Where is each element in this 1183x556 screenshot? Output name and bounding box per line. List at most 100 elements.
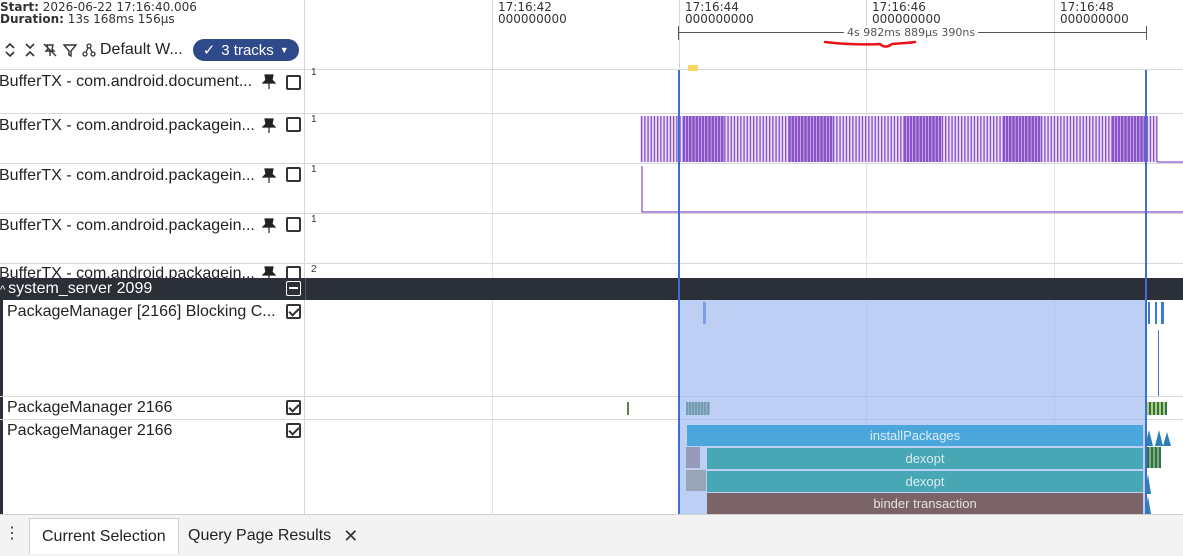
thread-state-segment[interactable]	[1161, 302, 1164, 324]
slice-binder-transaction[interactable]: binder transaction	[707, 493, 1143, 514]
counter-bar	[1005, 116, 1009, 162]
expand-all-icon[interactable]	[0, 40, 20, 60]
pinned-track-row[interactable]: BufferTX - com.android.packagein... 1	[0, 164, 1183, 214]
counter-bar	[657, 116, 659, 162]
pinned-track-row[interactable]: BufferTX - com.android.packagein... 2	[0, 264, 1183, 278]
track-select-checkbox[interactable]	[286, 117, 301, 132]
pinned-track-row[interactable]: BufferTX - com.android.packagein... 1	[0, 114, 1183, 164]
counter-bar	[858, 116, 860, 162]
counter-bar	[1034, 116, 1038, 162]
counter-bar	[829, 116, 833, 162]
counter-bar	[1069, 116, 1072, 162]
counter-bar	[989, 116, 992, 162]
counter-bar	[807, 116, 810, 162]
counter-bar	[813, 116, 817, 162]
process-group-name: ^ system_server 2099	[0, 280, 153, 297]
counter-bar	[913, 116, 916, 162]
counter-bar	[961, 116, 963, 162]
counter-bar	[801, 116, 804, 162]
track-select-checkbox[interactable]	[286, 304, 301, 319]
counter-max-label: 1	[311, 114, 317, 125]
counter-bar	[993, 116, 995, 162]
counter-bar	[721, 116, 724, 162]
track-select-checkbox[interactable]	[286, 75, 301, 90]
slice-dexopt[interactable]: dexopt	[707, 448, 1143, 469]
counter-bar	[1028, 116, 1031, 162]
counter-bar	[1108, 116, 1110, 162]
details-panel-tabs: ⋮ Current Selection Query Page Results ✕	[0, 514, 1183, 556]
counter-bar	[1137, 116, 1140, 162]
counter-bar	[685, 116, 689, 162]
counter-bar	[964, 116, 966, 162]
pin-icon[interactable]	[262, 74, 276, 90]
workspace-selector[interactable]: Default W...	[82, 41, 183, 59]
counter-bar	[1156, 116, 1158, 162]
pin-icon[interactable]	[262, 266, 276, 278]
counter-bar	[663, 116, 665, 162]
counter-bar	[932, 116, 935, 162]
counter-bar	[849, 116, 851, 162]
counter-bar	[868, 116, 870, 162]
counter-bar	[909, 116, 913, 162]
counter-bar	[666, 116, 668, 162]
tab-current-selection[interactable]: Current Selection	[29, 518, 179, 554]
tab-query-page-results[interactable]: Query Page Results ✕	[176, 518, 370, 554]
cpu-segment[interactable]	[1145, 402, 1167, 415]
slice-install-packages[interactable]: installPackages	[687, 425, 1143, 446]
thread-state-segment[interactable]	[1148, 302, 1150, 324]
process-group-header[interactable]: ^ system_server 2099	[0, 278, 1183, 300]
tab-label: Current Selection	[42, 527, 166, 545]
track-select-checkbox[interactable]	[286, 167, 301, 182]
collapse-all-icon[interactable]	[20, 40, 40, 60]
counter-bar	[1053, 116, 1056, 162]
counter-bar	[650, 116, 652, 162]
track-select-checkbox[interactable]	[286, 400, 301, 415]
track-toolbar: Default W... ✓ 3 tracks ▼	[0, 38, 299, 62]
counter-bar	[1021, 116, 1025, 162]
slice-dexopt[interactable]: dexopt	[707, 471, 1143, 492]
thread-state-segment[interactable]	[1158, 330, 1159, 396]
filter-icon[interactable]	[60, 40, 80, 60]
counter-bar	[881, 116, 883, 162]
pin-icon[interactable]	[262, 118, 276, 134]
track-name: BufferTX - com.android.packagein...	[0, 117, 255, 134]
collapse-group-icon[interactable]	[286, 281, 301, 296]
counter-bar	[653, 116, 656, 162]
red-underline-annotation	[823, 40, 917, 48]
counter-track-graph[interactable]	[640, 166, 1183, 214]
counter-max-label: 1	[311, 67, 317, 78]
pinned-track-row[interactable]: BufferTX - com.android.document... 1	[0, 65, 1183, 114]
track-select-checkbox[interactable]	[286, 217, 301, 232]
counter-track-graph[interactable]	[640, 116, 1183, 164]
cpu-segment[interactable]	[627, 402, 629, 415]
close-icon[interactable]: ✕	[343, 526, 358, 547]
counter-bar	[689, 116, 692, 162]
unpin-all-icon[interactable]	[40, 40, 60, 60]
tracks-filter-button[interactable]: ✓ 3 tracks ▼	[192, 39, 299, 61]
more-options-icon[interactable]: ⋮	[4, 523, 20, 543]
track-select-checkbox[interactable]	[286, 423, 301, 438]
thread-state-segment[interactable]	[1155, 302, 1157, 324]
counter-bar	[1031, 116, 1034, 162]
counter-bar	[781, 116, 784, 162]
chevron-up-icon[interactable]: ^	[0, 284, 5, 296]
counter-max-label: 2	[311, 264, 317, 275]
pinned-track-row[interactable]: BufferTX - com.android.packagein... 1	[0, 214, 1183, 264]
pin-icon[interactable]	[262, 218, 276, 234]
counter-bar	[1127, 116, 1130, 162]
counter-bar	[759, 116, 761, 162]
counter-bar	[775, 116, 777, 162]
counter-bar	[717, 116, 721, 162]
trace-duration: Duration: 13s 168ms 156μs	[0, 12, 175, 26]
counter-bar	[772, 116, 774, 162]
counter-bar	[951, 116, 953, 162]
selection-end-handle[interactable]	[1145, 70, 1147, 514]
counter-bar	[753, 116, 755, 162]
counter-bar	[1089, 116, 1091, 162]
counter-bar	[682, 116, 686, 162]
selection-start-handle[interactable]	[678, 70, 680, 514]
counter-bar	[999, 116, 1001, 162]
track-select-checkbox[interactable]	[286, 266, 301, 278]
pin-icon[interactable]	[262, 168, 276, 184]
counter-bar	[887, 116, 889, 162]
